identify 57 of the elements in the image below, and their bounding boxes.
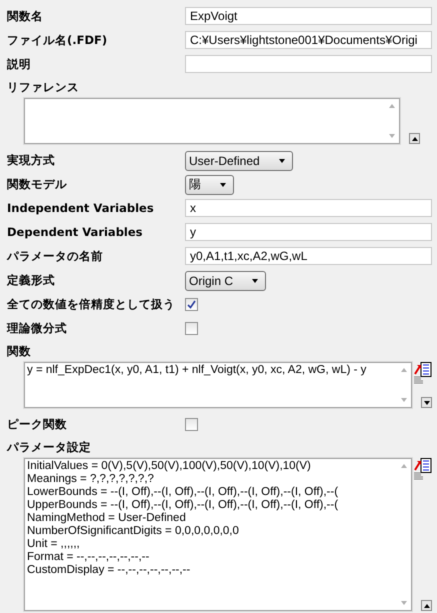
- caret-down-icon: [422, 400, 430, 406]
- field-label: 関数名: [7, 8, 44, 24]
- field-label: 理論微分式: [7, 320, 68, 336]
- text-field[interactable]: C:¥Users¥lightstone001¥Documents¥Origi: [185, 31, 432, 49]
- dropdown[interactable]: Origin C: [185, 270, 266, 290]
- scroll-down-icon: [388, 133, 396, 139]
- memo-line: CustomDisplay = --,--,--,--,--,--,--: [27, 564, 192, 577]
- field-label: 説明: [7, 56, 32, 72]
- text-field[interactable]: [185, 55, 432, 73]
- caret-up-icon: [422, 602, 430, 608]
- field-label: Dependent Variables: [7, 225, 144, 239]
- text-field[interactable]: y: [185, 223, 432, 241]
- checkbox[interactable]: [185, 298, 198, 310]
- memo-line: UpperBounds = --(I, Off),--(I, Off),--(I, Off),--(I, Off),--(I, Off),--(: [27, 499, 340, 512]
- text-field[interactable]: x: [185, 199, 432, 217]
- memo-line: LowerBounds = --(I, Off),--(I, Off),--(I, Off),--(I, Off),--(I, Off),--(: [27, 486, 340, 499]
- field-label: リファレンス: [7, 80, 79, 94]
- memo-field[interactable]: y = nlf_ExpDec1(x, y0, A1, t1) + nlf_Voigt(x, y0, xc, A2, wG, wL) - y: [24, 362, 412, 408]
- editor-icon[interactable]: [414, 362, 432, 384]
- memo-line: InitialValues = 0(V),5(V),50(V),100(V),50(V),10(V),10(V): [27, 460, 312, 473]
- memo-line: Meanings = ?,?,?,?,?,?,?: [27, 473, 155, 486]
- expand-button[interactable]: [409, 133, 420, 144]
- text-field[interactable]: ExpVoigt: [185, 7, 432, 25]
- field-label: パラメータの名前: [7, 248, 104, 264]
- memo-field[interactable]: [24, 458, 412, 611]
- caret-down-icon: [278, 158, 286, 164]
- caret-up-icon: [410, 136, 418, 142]
- field-label: パラメータ設定: [7, 440, 91, 454]
- field-label: ファイル名(.FDF): [7, 32, 108, 48]
- scroll-down-icon: [400, 600, 408, 606]
- field-label: 関数モデル: [7, 176, 68, 192]
- scroll-down-icon: [400, 397, 408, 403]
- field-label: 全ての数値を倍精度として扱う: [7, 296, 176, 312]
- memo-line: y = nlf_ExpDec1(x, y0, A1, t1) + nlf_Voigt(x, y0, xc, A2, wG, wL) - y: [27, 364, 368, 377]
- memo-line: NamingMethod = User-Defined: [27, 512, 187, 525]
- checkbox[interactable]: [185, 322, 198, 334]
- memo-line: Format = --,--,--,--,--,--,--: [27, 551, 150, 564]
- checkbox[interactable]: [185, 418, 198, 430]
- expand-button[interactable]: [421, 397, 432, 408]
- memo-line: NumberOfSignificantDigits = 0,0,0,0,0,0,0: [27, 525, 240, 538]
- field-label: ピーク関数: [7, 416, 68, 432]
- dropdown[interactable]: 陽: [185, 174, 234, 195]
- expand-button[interactable]: [421, 600, 432, 611]
- scroll-up-icon: [400, 367, 408, 373]
- caret-down-icon: [251, 278, 260, 284]
- memo-field[interactable]: [24, 98, 400, 144]
- field-label: 関数: [7, 344, 31, 358]
- memo-line: Unit = ,,,,,,: [27, 538, 81, 551]
- scroll-up-icon: [400, 463, 408, 469]
- field-label: Independent Variables: [7, 201, 155, 215]
- caret-down-icon: [219, 182, 227, 188]
- text-field[interactable]: y0,A1,t1,xc,A2,wG,wL: [185, 247, 432, 265]
- editor-icon[interactable]: [414, 458, 432, 480]
- field-label: 定義形式: [7, 272, 56, 288]
- dropdown[interactable]: User-Defined: [185, 150, 293, 170]
- field-label: 実現方式: [7, 152, 56, 168]
- scroll-up-icon: [388, 103, 396, 109]
